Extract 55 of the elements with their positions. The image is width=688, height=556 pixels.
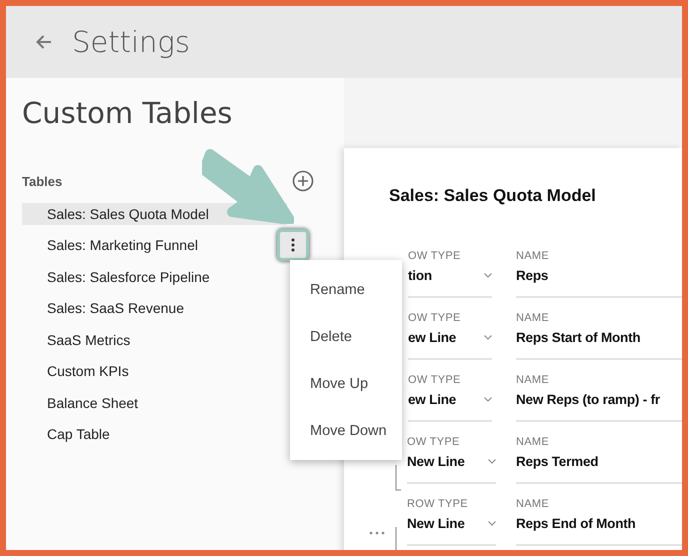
name-field[interactable]: NAME New Reps (to ramp) - fr	[516, 374, 682, 422]
table-item[interactable]: Cap Table	[22, 423, 287, 446]
field-label: NAME	[516, 498, 550, 510]
row-type-dropdown[interactable]: OW TYPE ew Line	[408, 312, 492, 360]
row-type-dropdown[interactable]: OW TYPE tion	[408, 250, 492, 298]
menu-item[interactable]: Delete	[290, 313, 402, 360]
page-title: Settings	[72, 25, 190, 59]
row-type-dropdown[interactable]: ROW TYPE New Line	[407, 498, 496, 546]
more-icon[interactable]	[369, 531, 385, 535]
field-label: ROW TYPE	[407, 498, 469, 510]
dropdown-value: New Line	[407, 516, 465, 531]
field-label: NAME	[516, 374, 550, 386]
field-label: OW TYPE	[408, 312, 462, 324]
table-item[interactable]: Sales: Salesforce Pipeline	[22, 266, 287, 288]
field-label: NAME	[516, 312, 550, 324]
chevron-down-icon	[484, 273, 492, 278]
chevron-down-icon	[488, 521, 496, 526]
name-field[interactable]: NAME Reps Termed	[516, 436, 682, 484]
dropdown-value: ew Line	[408, 330, 456, 345]
menu-item[interactable]: Move Up	[290, 360, 402, 407]
table-item[interactable]: Custom KPIs	[22, 360, 287, 382]
table-title: Sales: Sales Quota Model	[389, 186, 597, 206]
more-vertical-icon	[291, 238, 295, 252]
menu-item[interactable]: Rename	[290, 266, 402, 313]
name-field[interactable]: NAME Reps Start of Month	[516, 312, 682, 360]
name-value: Reps Termed	[516, 454, 600, 469]
table-item[interactable]: SaaS Metrics	[22, 328, 287, 351]
name-field[interactable]: NAME Reps	[516, 250, 682, 298]
name-field[interactable]: NAME Reps End of Month	[516, 498, 682, 546]
row-type-dropdown[interactable]: OW TYPE New Line	[407, 436, 496, 484]
add-icon[interactable]	[292, 170, 314, 192]
name-value: Reps End of Month	[516, 516, 637, 531]
field-label: OW TYPE	[407, 436, 461, 448]
table-item[interactable]: Balance Sheet	[22, 392, 287, 414]
tree-connector-icon	[395, 465, 401, 491]
name-value: Reps Start of Month	[516, 330, 642, 345]
field-label: OW TYPE	[408, 374, 462, 386]
section-heading: Custom Tables	[22, 96, 234, 130]
menu-item[interactable]: Move Down	[290, 407, 402, 454]
table-item[interactable]: Sales: Marketing Funnel	[22, 234, 275, 256]
name-value: New Reps (to ramp) - fr	[516, 392, 661, 407]
field-label: NAME	[516, 436, 550, 448]
chevron-down-icon	[484, 335, 492, 340]
row-type-dropdown[interactable]: OW TYPE ew Line	[408, 374, 492, 422]
more-button[interactable]	[277, 229, 309, 262]
name-value: Reps	[516, 268, 550, 283]
table-item[interactable]: Sales: SaaS Revenue	[22, 297, 287, 320]
tables-label: Tables	[22, 174, 62, 188]
field-label: NAME	[516, 250, 550, 262]
dropdown-value: tion	[408, 268, 432, 283]
dropdown-value: ew Line	[408, 392, 456, 407]
chevron-down-icon	[488, 459, 496, 464]
field-label: OW TYPE	[408, 250, 462, 262]
chevron-down-icon	[484, 397, 492, 402]
dropdown-value: New Line	[407, 454, 465, 469]
